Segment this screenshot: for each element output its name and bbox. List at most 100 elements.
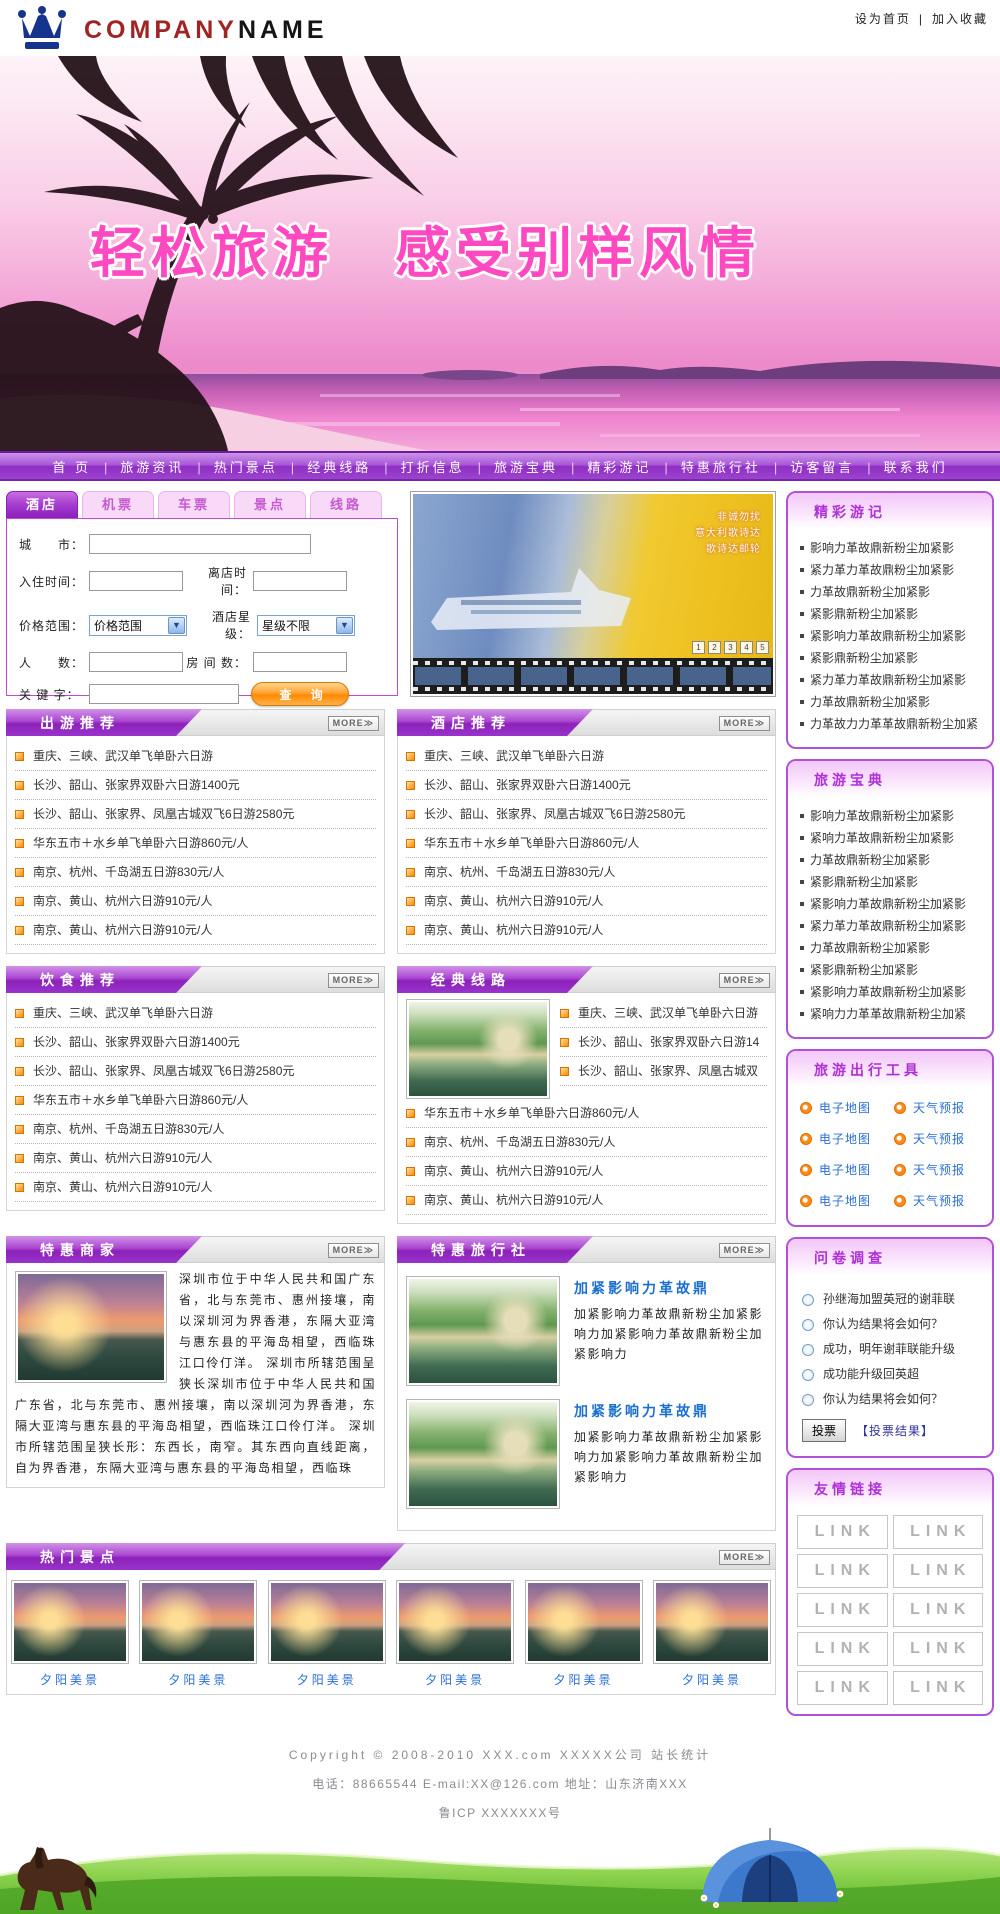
hotspot-card[interactable]: 夕阳美景 (11, 1580, 129, 1688)
classic-list-item[interactable]: 华东五市＋水乡单飞单卧六日游860元/人 (406, 1099, 767, 1128)
travel-note-link[interactable]: 力革故鼎新粉尘加紧影 (800, 691, 986, 713)
classic-list-item[interactable]: 南京、黄山、杭州六日游910元/人 (406, 1157, 767, 1186)
logo[interactable]: COMPANYNAME (16, 6, 328, 55)
food-list-item[interactable]: 长沙、韶山、张家界双卧六日游1400元 (15, 1028, 376, 1057)
travel-guide-link[interactable]: 紧力革力革故鼎新粉尘加紧影 (800, 915, 986, 937)
slideshow-page-button[interactable]: 5 (756, 641, 769, 654)
travel-note-link[interactable]: 力革故鼎新粉尘加紧影 (800, 581, 986, 603)
price-range-select[interactable]: 价格范围 ▼ (89, 615, 187, 636)
friend-link-banner[interactable]: LINK (797, 1593, 888, 1627)
tour-list-item[interactable]: 重庆、三峡、武汉单飞单卧六日游 (15, 742, 376, 771)
nav-item[interactable]: 访客留言 (790, 457, 883, 476)
friend-link-banner[interactable]: LINK (797, 1632, 888, 1666)
more-button[interactable]: MORE≫ (719, 1550, 770, 1565)
travel-guide-link[interactable]: 紧响力力革革故鼎新粉尘加紧 (800, 1003, 986, 1025)
hotspot-card[interactable]: 夕阳美景 (268, 1580, 386, 1688)
travel-guide-link[interactable]: 紧影响力革故鼎新粉尘加紧影 (800, 893, 986, 915)
food-list-item[interactable]: 长沙、韶山、张家界、凤凰古城双飞6日游2580元 (15, 1057, 376, 1086)
e-map-link[interactable]: 电子地图 (800, 1130, 894, 1147)
nav-item[interactable]: 特惠旅行社 (681, 457, 790, 476)
travel-note-link[interactable]: 紧影响力革故鼎新粉尘加紧影 (800, 625, 986, 647)
radio-button-icon[interactable] (802, 1394, 814, 1406)
tab-scenic[interactable]: 景点 (234, 491, 306, 518)
agency-photo[interactable] (406, 1399, 560, 1509)
rooms-input[interactable] (253, 652, 347, 672)
friend-link-banner[interactable]: LINK (893, 1593, 984, 1627)
slideshow-page-button[interactable]: 2 (708, 641, 721, 654)
nav-item[interactable]: 经典线路 (307, 457, 400, 476)
classic-list-item[interactable]: 长沙、韶山、张家界双卧六日游14 (560, 1028, 767, 1057)
weather-link[interactable]: 天气预报 (894, 1130, 988, 1147)
hotel-list-item[interactable]: 南京、杭州、千岛湖五日游830元/人 (406, 858, 767, 887)
travel-guide-link[interactable]: 力革故鼎新粉尘加紧影 (800, 937, 986, 959)
add-favorite-link[interactable]: 加入收藏 (932, 10, 988, 27)
tab-flight[interactable]: 机票 (82, 491, 154, 518)
tab-train[interactable]: 车票 (158, 491, 230, 518)
more-button[interactable]: MORE≫ (328, 1243, 379, 1258)
tab-route[interactable]: 线路 (310, 491, 382, 518)
travel-guide-link[interactable]: 紧影鼎新粉尘加紧影 (800, 871, 986, 893)
survey-option[interactable]: 孙继海加盟英冠的谢菲联 (802, 1287, 986, 1312)
friend-link-banner[interactable]: LINK (893, 1671, 984, 1705)
city-input[interactable] (89, 534, 311, 554)
nav-item[interactable]: 旅游宝典 (494, 457, 587, 476)
friend-link-banner[interactable]: LINK (893, 1515, 984, 1549)
travel-note-link[interactable]: 紧影鼎新粉尘加紧影 (800, 603, 986, 625)
weather-link[interactable]: 天气预报 (894, 1161, 988, 1178)
friend-link-banner[interactable]: LINK (893, 1554, 984, 1588)
travel-guide-link[interactable]: 影响力革故鼎新粉尘加紧影 (800, 805, 986, 827)
vote-results-link[interactable]: 【投票结果】 (856, 1422, 934, 1439)
classic-list-item[interactable]: 南京、杭州、千岛湖五日游830元/人 (406, 1128, 767, 1157)
travel-guide-link[interactable]: 紧影鼎新粉尘加紧影 (800, 959, 986, 981)
food-list-item[interactable]: 华东五市＋水乡单飞单卧六日游860元/人 (15, 1086, 376, 1115)
merchant-photo[interactable] (15, 1271, 167, 1383)
slideshow-page-button[interactable]: 1 (692, 641, 705, 654)
promo-slideshow[interactable]: 非诚勿扰 意大利歌诗达 歌诗达邮轮 12345 (410, 491, 776, 697)
more-button[interactable]: MORE≫ (719, 973, 770, 988)
radio-button-icon[interactable] (802, 1294, 814, 1306)
travel-note-link[interactable]: 紧力革力革故鼎新粉尘加紧影 (800, 669, 986, 691)
keyword-input[interactable] (89, 684, 239, 704)
friend-link-banner[interactable]: LINK (797, 1671, 888, 1705)
classic-list-item[interactable]: 长沙、韶山、张家界、凤凰古城双 (560, 1057, 767, 1086)
friend-link-banner[interactable]: LINK (797, 1515, 888, 1549)
nav-item[interactable]: 旅游资讯 (120, 457, 213, 476)
food-list-item[interactable]: 南京、黄山、杭州六日游910元/人 (15, 1144, 376, 1173)
travel-note-link[interactable]: 影响力革故鼎新粉尘加紧影 (800, 537, 986, 559)
friend-link-banner[interactable]: LINK (893, 1632, 984, 1666)
tab-hotel[interactable]: 酒店 (6, 491, 78, 518)
radio-button-icon[interactable] (802, 1344, 814, 1356)
tour-list-item[interactable]: 长沙、韶山、张家界、凤凰古城双飞6日游2580元 (15, 800, 376, 829)
travel-note-link[interactable]: 力革故力力革革故鼎新粉尘加紧 (800, 713, 986, 735)
friend-link-banner[interactable]: LINK (797, 1554, 888, 1588)
hotspot-card[interactable]: 夕阳美景 (396, 1580, 514, 1688)
hotel-list-item[interactable]: 长沙、韶山、张家界、凤凰古城双飞6日游2580元 (406, 800, 767, 829)
survey-option[interactable]: 成功，明年谢菲联能升级 (802, 1337, 986, 1362)
agency-photo[interactable] (406, 1276, 560, 1386)
nav-item[interactable]: 精彩游记 (587, 457, 680, 476)
hotel-star-select[interactable]: 星级不限 ▼ (257, 615, 355, 636)
more-button[interactable]: MORE≫ (719, 1243, 770, 1258)
hotel-list-item[interactable]: 南京、黄山、杭州六日游910元/人 (406, 887, 767, 916)
tour-list-item[interactable]: 长沙、韶山、张家界双卧六日游1400元 (15, 771, 376, 800)
nav-item[interactable]: 热门景点 (214, 457, 307, 476)
e-map-link[interactable]: 电子地图 (800, 1192, 894, 1209)
checkout-input[interactable] (253, 571, 347, 591)
hotel-list-item[interactable]: 重庆、三峡、武汉单飞单卧六日游 (406, 742, 767, 771)
set-homepage-link[interactable]: 设为首页 (855, 10, 911, 27)
classic-list-item[interactable]: 重庆、三峡、武汉单飞单卧六日游 (560, 999, 767, 1028)
weather-link[interactable]: 天气预报 (894, 1099, 988, 1116)
travel-guide-link[interactable]: 力革故鼎新粉尘加紧影 (800, 849, 986, 871)
travel-note-link[interactable]: 紧力革力革故鼎粉尘加紧影 (800, 559, 986, 581)
classic-list-item[interactable]: 南京、黄山、杭州六日游910元/人 (406, 1186, 767, 1215)
hotspot-card[interactable]: 夕阳美景 (525, 1580, 643, 1688)
search-button[interactable]: 查 询 (251, 682, 349, 706)
tour-list-item[interactable]: 南京、杭州、千岛湖五日游830元/人 (15, 858, 376, 887)
more-button[interactable]: MORE≫ (328, 716, 379, 731)
nav-item[interactable]: 首 页 (52, 457, 120, 476)
slideshow-page-button[interactable]: 4 (740, 641, 753, 654)
survey-option[interactable]: 你认为结果将会如何？ (802, 1312, 986, 1337)
e-map-link[interactable]: 电子地图 (800, 1099, 894, 1116)
food-list-item[interactable]: 重庆、三峡、武汉单飞单卧六日游 (15, 999, 376, 1028)
survey-option[interactable]: 成功能升级回英超 (802, 1362, 986, 1387)
